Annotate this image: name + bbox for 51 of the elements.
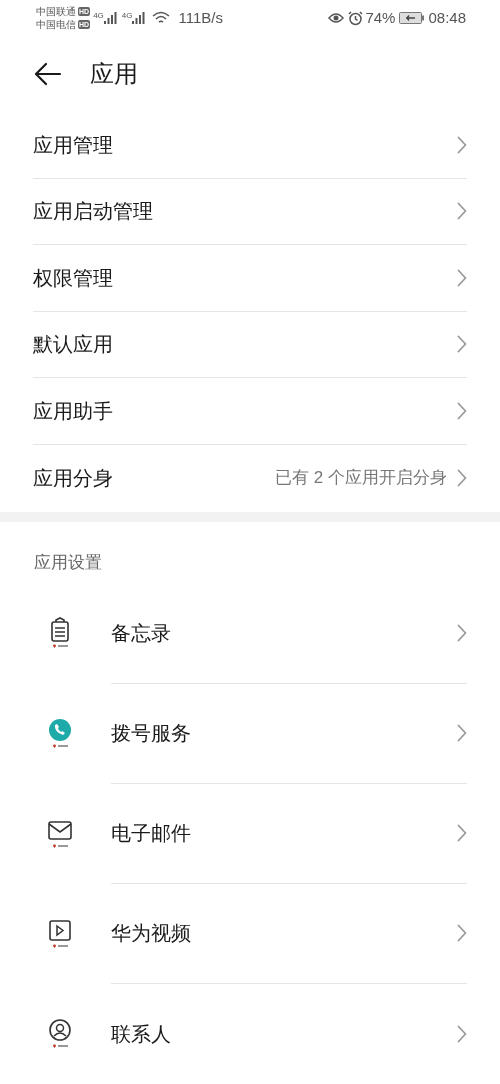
network-speed: 111B/s — [178, 7, 223, 28]
chevron-icon — [457, 724, 467, 742]
chevron-icon — [457, 624, 467, 642]
menu-item[interactable]: 默认应用 — [33, 311, 467, 378]
app-item[interactable]: 电子邮件 — [0, 783, 500, 884]
carrier-name: 中国联通 — [36, 5, 76, 18]
battery-icon — [399, 12, 426, 24]
menu-label: 权限管理 — [33, 265, 114, 291]
menu-label: 默认应用 — [33, 332, 114, 358]
eye-icon — [328, 12, 345, 24]
app-item[interactable]: 联系人 — [0, 983, 500, 1084]
network-label: 4G — [121, 11, 133, 20]
app-label: 电子邮件 — [111, 821, 192, 846]
signal-icon — [103, 11, 118, 25]
app-label: 拨号服务 — [111, 721, 192, 746]
app-item[interactable]: 拨号服务 — [0, 683, 500, 784]
chevron-icon — [457, 468, 467, 487]
menu-item[interactable]: 应用管理 — [33, 112, 467, 179]
menu-item[interactable]: 应用分身 已有 2 个应用开启分身 — [33, 444, 467, 511]
app-item[interactable]: 备忘录 — [0, 583, 500, 684]
person-icon — [46, 1016, 74, 1051]
phone-icon — [46, 716, 74, 751]
menu-item[interactable]: 权限管理 — [33, 245, 467, 312]
menu-label: 应用管理 — [33, 132, 114, 158]
section-title: 应用设置 — [33, 552, 103, 574]
chevron-icon — [457, 135, 467, 154]
battery-percent: 74% — [365, 7, 396, 28]
menu-value: 已有 2 个应用开启分身 — [275, 467, 447, 489]
app-label: 联系人 — [111, 1021, 172, 1047]
carrier-name: 中国电信 — [36, 18, 76, 31]
menu-item[interactable]: 应用启动管理 — [33, 178, 467, 245]
chevron-icon — [457, 824, 467, 842]
chevron-icon — [457, 1024, 467, 1043]
clock-time: 08:48 — [428, 7, 466, 28]
chevron-icon — [457, 202, 467, 221]
menu-label: 应用分身 — [33, 465, 114, 491]
page-title: 应用 — [90, 59, 138, 89]
network-label: 4G — [93, 11, 104, 20]
app-label: 备忘录 — [111, 621, 172, 646]
app-item[interactable]: 华为视频 — [0, 883, 500, 984]
chevron-icon — [457, 924, 467, 942]
chevron-icon — [457, 268, 467, 287]
wifi-icon — [152, 11, 171, 25]
chevron-icon — [457, 401, 467, 420]
signal-icon — [132, 11, 147, 25]
app-label: 华为视频 — [111, 921, 192, 946]
chevron-icon — [457, 335, 467, 354]
menu-item[interactable]: 应用助手 — [33, 378, 467, 445]
alarm-icon — [348, 10, 364, 26]
menu-label: 应用启动管理 — [33, 199, 154, 225]
menu-label: 应用助手 — [33, 398, 114, 424]
